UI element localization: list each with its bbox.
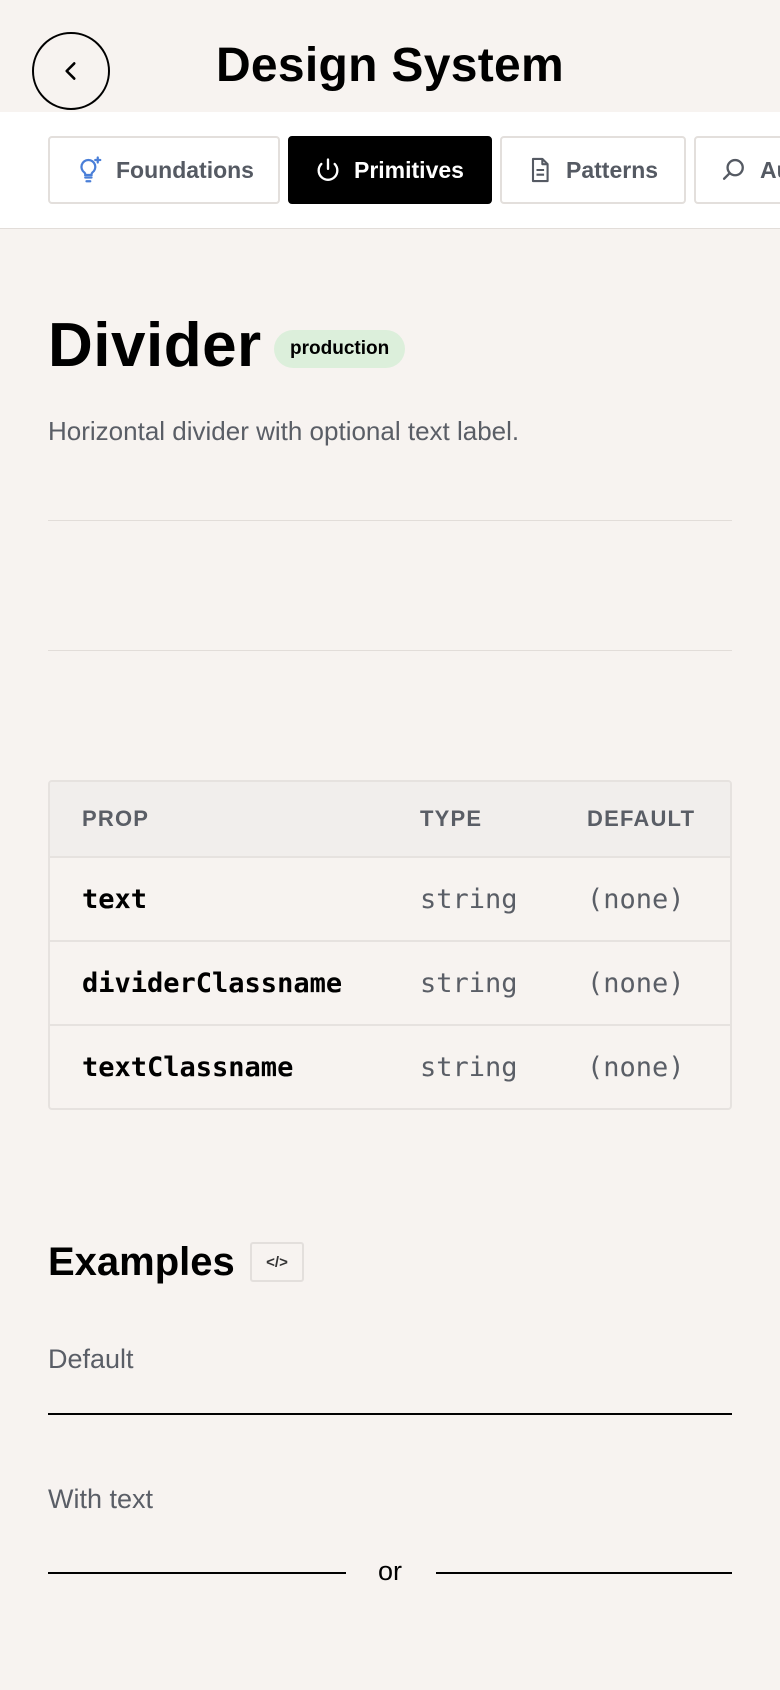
tab-label: Patterns <box>566 156 659 183</box>
component-title: Divider <box>48 311 262 380</box>
prop-name: textClassname <box>82 1051 294 1083</box>
column-header-prop: PROP <box>82 806 150 831</box>
example-divider-text: or <box>377 1556 402 1586</box>
prop-default: (none) <box>587 967 685 999</box>
prop-default: (none) <box>587 883 685 915</box>
example-divider-right-line <box>436 1572 732 1574</box>
table-row: textClassname string (none) <box>50 1026 730 1108</box>
tab-label: Foundations <box>116 156 254 183</box>
table-row: dividerClassname string (none) <box>50 942 730 1026</box>
app-header: Design System <box>0 0 780 112</box>
tab-label: Primitives <box>354 156 464 183</box>
example-divider-left-line <box>48 1572 346 1574</box>
status-badge: production <box>274 330 406 368</box>
section-divider <box>48 520 732 521</box>
prop-type: string <box>420 967 518 999</box>
column-header-type: TYPE <box>420 806 483 831</box>
props-table-header: PROP TYPE DEFAULT <box>50 782 730 858</box>
page-title: Design System <box>215 39 565 92</box>
tab-bar: Foundations Primitives Patterns Au <box>0 112 780 229</box>
prop-type: string <box>420 883 518 915</box>
code-toggle-button[interactable]: </> <box>250 1242 304 1282</box>
tab-au[interactable]: Au <box>694 136 780 204</box>
prop-name: dividerClassname <box>82 967 343 999</box>
column-header-default: DEFAULT <box>587 806 696 831</box>
component-description: Horizontal divider with optional text la… <box>48 416 520 446</box>
examples-heading: Examples <box>48 1240 235 1284</box>
props-table: PROP TYPE DEFAULT text string (none) div… <box>48 780 732 1110</box>
search-icon <box>722 158 744 180</box>
example-label-default: Default <box>48 1344 134 1374</box>
tab-foundations[interactable]: Foundations <box>48 136 280 204</box>
document-icon <box>531 157 549 183</box>
example-divider-default <box>48 1413 732 1415</box>
example-label-with-text: With text <box>48 1484 154 1514</box>
power-icon <box>317 158 339 181</box>
lightbulb-icon <box>80 156 102 183</box>
prop-default: (none) <box>587 1051 685 1083</box>
tab-label: Au <box>760 156 780 183</box>
prop-type: string <box>420 1051 518 1083</box>
tab-patterns[interactable]: Patterns <box>500 136 686 204</box>
tab-primitives[interactable]: Primitives <box>288 136 492 204</box>
table-row: text string (none) <box>50 858 730 942</box>
prop-name: text <box>82 883 148 915</box>
section-divider <box>48 650 732 651</box>
